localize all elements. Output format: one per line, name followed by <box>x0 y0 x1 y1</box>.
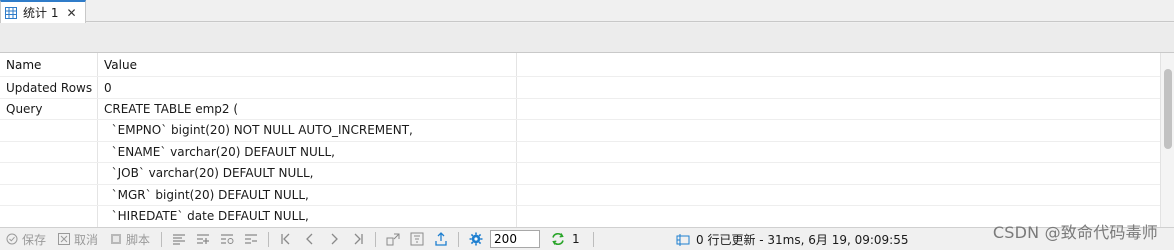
toolbar-separator <box>592 231 594 247</box>
grid-header-row: Name Value <box>0 53 1160 77</box>
duplicate-row-icon[interactable] <box>220 232 234 246</box>
add-row-icon[interactable] <box>196 232 210 246</box>
value-cell[interactable]: `ENAME` varchar(20) DEFAULT NULL, <box>98 141 517 162</box>
delete-row-icon[interactable] <box>244 232 258 246</box>
grid-filler <box>517 99 1160 119</box>
script-icon <box>111 234 122 244</box>
script-label: 脚本 <box>126 232 151 247</box>
cancel-icon <box>58 233 71 245</box>
save-label: 保存 <box>22 232 47 247</box>
grid-filler <box>517 163 1160 184</box>
status-text: 0 行已更新 - 31ms, 6月 19, 09:09:55 <box>696 233 909 247</box>
name-cell[interactable]: Query <box>0 99 98 119</box>
row-limit-input[interactable] <box>490 230 541 248</box>
refresh-count: 1 <box>572 232 580 246</box>
save-icon <box>6 233 18 245</box>
tab-statistics-1[interactable]: 统计 1 ✕ <box>0 0 86 23</box>
grid-filler <box>517 53 1160 76</box>
table-icon <box>5 6 17 19</box>
close-icon[interactable]: ✕ <box>66 6 76 20</box>
status-info-icon <box>676 233 690 246</box>
previous-page-icon[interactable] <box>303 232 317 246</box>
name-cell[interactable]: Updated Rows <box>0 77 98 98</box>
transform-icon[interactable] <box>386 232 400 246</box>
export-icon[interactable] <box>434 232 448 246</box>
result-header-band <box>0 23 1174 53</box>
table-row[interactable]: `MGR` bigint(20) DEFAULT NULL, <box>0 184 1160 206</box>
name-cell[interactable] <box>0 163 98 184</box>
table-row[interactable]: `ENAME` varchar(20) DEFAULT NULL, <box>0 141 1160 163</box>
value-cell[interactable]: `MGR` bigint(20) DEFAULT NULL, <box>98 184 517 205</box>
value-cell[interactable]: `EMPNO` bigint(20) NOT NULL AUTO_INCREME… <box>98 120 517 141</box>
cancel-label: 取消 <box>74 232 99 247</box>
table-row[interactable]: Query CREATE TABLE emp2 ( <box>0 99 1160 120</box>
editor-tab-bar: 统计 1 ✕ <box>0 0 1174 23</box>
grid-filler <box>517 77 1160 98</box>
vertical-scrollbar[interactable] <box>1160 53 1174 227</box>
next-page-icon[interactable] <box>327 232 341 246</box>
filter-icon[interactable] <box>410 232 424 246</box>
format-lines-icon[interactable] <box>172 232 186 246</box>
scrollbar-thumb[interactable] <box>1164 69 1172 149</box>
name-cell[interactable] <box>0 141 98 162</box>
value-cell[interactable]: CREATE TABLE emp2 ( <box>98 99 517 119</box>
toolbar-separator <box>268 231 270 247</box>
status-area: 0 行已更新 - 31ms, 6月 19, 09:09:55 <box>676 231 909 248</box>
refresh-icon[interactable] <box>551 232 565 246</box>
column-header-name[interactable]: Name <box>0 53 98 76</box>
watermark: CSDN @致命代码毒师 <box>992 223 1158 242</box>
grid-filler <box>517 142 1160 163</box>
value-cell[interactable]: 0 <box>98 77 517 98</box>
value-cell[interactable]: `JOB` varchar(20) DEFAULT NULL, <box>98 163 517 184</box>
last-page-icon[interactable] <box>351 232 365 246</box>
grid-filler <box>517 120 1160 141</box>
name-cell[interactable] <box>0 184 98 205</box>
value-cell[interactable]: `HIREDATE` date DEFAULT NULL, <box>98 206 517 227</box>
table-row[interactable]: `EMPNO` bigint(20) NOT NULL AUTO_INCREME… <box>0 120 1160 142</box>
name-cell[interactable] <box>0 206 98 227</box>
tab-label: 统计 1 <box>23 6 59 20</box>
table-row[interactable]: Updated Rows 0 <box>0 77 1160 99</box>
script-button[interactable]: 脚本 <box>110 231 150 248</box>
toolbar-separator <box>161 231 163 247</box>
column-header-value[interactable]: Value <box>98 53 517 76</box>
save-button[interactable]: 保存 <box>6 231 46 248</box>
name-cell[interactable] <box>0 120 98 141</box>
toolbar-separator <box>458 231 460 247</box>
table-row[interactable]: `HIREDATE` date DEFAULT NULL, <box>0 206 1160 227</box>
settings-gear-icon[interactable] <box>469 232 483 246</box>
first-page-icon[interactable] <box>279 232 293 246</box>
grid-filler <box>517 185 1160 206</box>
table-row[interactable]: `JOB` varchar(20) DEFAULT NULL, <box>0 163 1160 185</box>
toolbar-separator <box>375 231 377 247</box>
cancel-button[interactable]: 取消 <box>58 231 98 248</box>
result-grid: Name Value Updated Rows 0 Query CREATE T… <box>0 53 1160 227</box>
